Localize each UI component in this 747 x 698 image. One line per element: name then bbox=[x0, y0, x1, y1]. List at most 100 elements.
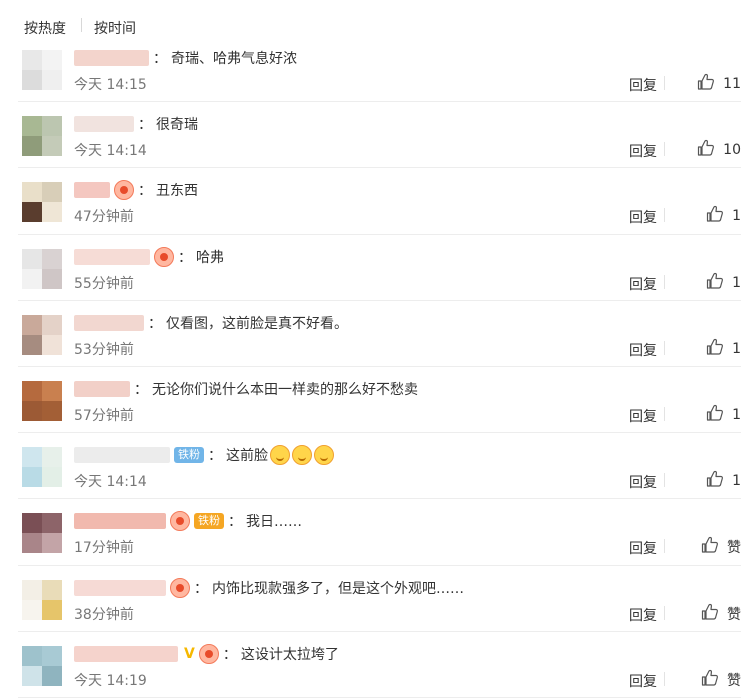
like-button[interactable]: 1 bbox=[671, 404, 741, 426]
reply-button[interactable]: 回复 bbox=[629, 141, 657, 161]
comment-time: 今天 14:14 bbox=[74, 143, 147, 160]
thumbs-up-icon bbox=[701, 536, 727, 558]
thumbs-up-icon bbox=[706, 470, 732, 492]
avatar[interactable] bbox=[22, 182, 62, 223]
username-blurred[interactable] bbox=[74, 579, 166, 596]
comment-text: 仅看图，这前脸是真不好看。 bbox=[166, 315, 348, 332]
comment-item: ：仅看图，这前脸是真不好看。 53分钟前 回复 1 bbox=[18, 301, 741, 367]
comment-time: 今天 14:14 bbox=[74, 474, 147, 491]
colon: ： bbox=[222, 646, 237, 663]
comment-line: ：内饰比现款强多了，但是这个外观吧…… bbox=[74, 577, 464, 598]
reply-button[interactable]: 回复 bbox=[629, 207, 657, 227]
reply-button[interactable]: 回复 bbox=[629, 340, 657, 360]
comment-item: ：无论你们说什么本田一样卖的那么好不愁卖 57分钟前 回复 1 bbox=[18, 367, 741, 434]
avatar-cell bbox=[42, 467, 62, 488]
reply-button[interactable]: 回复 bbox=[629, 406, 657, 426]
member-badge-icon bbox=[170, 577, 190, 598]
comment-time: 17分钟前 bbox=[74, 540, 134, 557]
comment-time: 53分钟前 bbox=[74, 341, 134, 358]
comment-time: 38分钟前 bbox=[74, 606, 134, 623]
avatar[interactable] bbox=[22, 116, 62, 157]
fan-badge: 铁粉 bbox=[194, 513, 224, 530]
username-blurred[interactable] bbox=[74, 314, 144, 331]
avatar-cell bbox=[22, 447, 42, 468]
colon: ： bbox=[178, 249, 192, 266]
reply-button[interactable]: 回复 bbox=[629, 671, 657, 691]
username-blurred[interactable] bbox=[74, 645, 178, 662]
avatar[interactable] bbox=[22, 579, 62, 620]
avatar[interactable] bbox=[22, 513, 62, 554]
like-button[interactable]: 11 bbox=[671, 73, 741, 95]
fan-badge: 铁粉 bbox=[174, 447, 204, 464]
reply-button[interactable]: 回复 bbox=[629, 605, 657, 625]
avatar-cell bbox=[22, 334, 42, 355]
like-button[interactable]: 1 bbox=[671, 470, 741, 492]
colon: ： bbox=[194, 580, 208, 597]
avatar[interactable] bbox=[22, 314, 62, 355]
member-badge-icon bbox=[154, 246, 174, 267]
reply-button[interactable]: 回复 bbox=[629, 274, 657, 294]
username-blurred[interactable] bbox=[74, 380, 130, 397]
thumbs-up-icon bbox=[706, 272, 732, 294]
username-blurred[interactable] bbox=[74, 447, 170, 464]
like-button[interactable]: 10 bbox=[671, 139, 741, 161]
avatar-cell bbox=[42, 182, 62, 203]
comment-text: 无论你们说什么本田一样卖的那么好不愁卖 bbox=[152, 381, 418, 398]
avatar-cell bbox=[22, 70, 42, 90]
reply-button[interactable]: 回复 bbox=[629, 472, 657, 492]
comment-line: ：奇瑞、哈弗气息好浓 bbox=[74, 48, 297, 68]
comment-list: ：奇瑞、哈弗气息好浓 今天 14:15 回复 11：很奇瑞 今天 14:14 回复 10：丑… bbox=[0, 36, 747, 698]
avatar[interactable] bbox=[22, 645, 62, 686]
thumbs-up-icon bbox=[701, 603, 727, 625]
comment-line: ：哈弗 bbox=[74, 246, 224, 267]
sort-by-hot-tab[interactable]: 按热度 bbox=[24, 18, 66, 38]
username-blurred[interactable] bbox=[74, 248, 150, 265]
action-divider bbox=[664, 539, 665, 554]
avatar-cell bbox=[42, 645, 62, 666]
comment-item: V ：这设计太拉垮了 今天 14:19 回复 赞 bbox=[18, 632, 741, 698]
colon: ： bbox=[148, 315, 162, 332]
reply-button[interactable]: 回复 bbox=[629, 538, 657, 558]
comment-text: 这前脸 bbox=[226, 448, 268, 465]
avatar-cell bbox=[42, 665, 62, 686]
like-button[interactable]: 赞 bbox=[671, 536, 741, 558]
like-button[interactable]: 赞 bbox=[671, 603, 741, 625]
like-button[interactable]: 1 bbox=[671, 205, 741, 227]
like-button[interactable]: 1 bbox=[671, 272, 741, 294]
emoji-icon bbox=[270, 445, 290, 466]
avatar-cell bbox=[42, 314, 62, 335]
avatar-cell bbox=[42, 513, 62, 534]
emoji-icon bbox=[292, 445, 312, 466]
username-blurred[interactable] bbox=[74, 116, 134, 133]
avatar[interactable] bbox=[22, 447, 62, 488]
avatar-cell bbox=[22, 268, 42, 289]
emoji-icon bbox=[314, 445, 334, 466]
action-divider bbox=[664, 671, 665, 686]
avatar[interactable] bbox=[22, 50, 62, 90]
action-divider bbox=[664, 605, 665, 620]
avatar-cell bbox=[22, 645, 42, 666]
comment-item: ：哈弗 55分钟前 回复 1 bbox=[18, 235, 741, 301]
comment-item: ：内饰比现款强多了，但是这个外观吧…… 38分钟前 回复 赞 bbox=[18, 566, 741, 632]
reply-button[interactable]: 回复 bbox=[629, 75, 657, 95]
like-count: 赞 bbox=[727, 606, 741, 623]
comment-text: 奇瑞、哈弗气息好浓 bbox=[171, 51, 297, 67]
verified-v-icon: V bbox=[184, 645, 195, 662]
avatar[interactable] bbox=[22, 380, 62, 421]
username-blurred[interactable] bbox=[74, 513, 166, 530]
avatar-cell bbox=[22, 665, 42, 686]
colon: ： bbox=[228, 514, 242, 531]
avatar[interactable] bbox=[22, 248, 62, 289]
thumbs-up-icon bbox=[697, 73, 723, 95]
like-button[interactable]: 1 bbox=[671, 338, 741, 360]
username-blurred[interactable] bbox=[74, 50, 149, 66]
avatar-cell bbox=[22, 50, 42, 70]
avatar-cell bbox=[22, 248, 42, 269]
avatar-cell bbox=[42, 533, 62, 554]
avatar-cell bbox=[22, 513, 42, 534]
like-button[interactable]: 赞 bbox=[671, 669, 741, 691]
action-divider bbox=[664, 274, 665, 289]
sort-by-time-tab[interactable]: 按时间 bbox=[94, 18, 136, 38]
username-blurred[interactable] bbox=[74, 182, 110, 199]
colon: ： bbox=[134, 381, 148, 398]
